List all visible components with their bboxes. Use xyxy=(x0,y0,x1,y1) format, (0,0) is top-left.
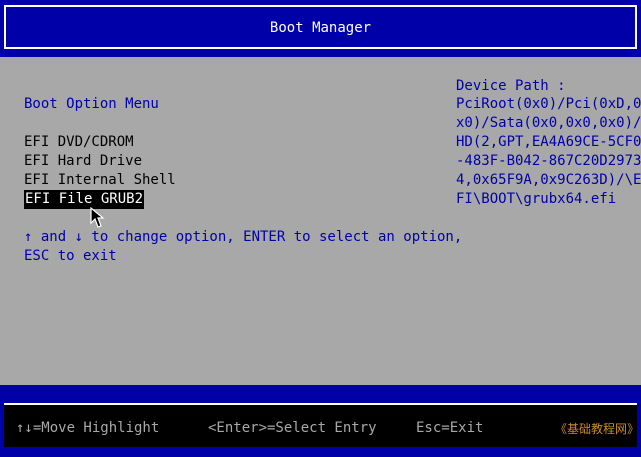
help-text-line-2: ESC to exit xyxy=(24,248,117,264)
boot-option-dvd-cdrom[interactable]: EFI DVD/CDROM xyxy=(24,133,134,152)
menu-title: Boot Option Menu xyxy=(24,96,159,112)
page-title: Boot Manager xyxy=(269,20,372,36)
device-path-line: x0)/Sata(0x0,0x0,0x0)/ xyxy=(456,115,641,131)
boot-option-hard-drive[interactable]: EFI Hard Drive xyxy=(24,152,142,171)
device-path-line: HD(2,GPT,EA4A69CE-5CF0 xyxy=(456,134,641,150)
hint-move-highlight: ↑↓=Move Highlight xyxy=(16,420,160,436)
mouse-pointer-icon xyxy=(90,207,105,228)
watermark-brand: 《基础教程网》 xyxy=(555,422,640,436)
device-path-line: -483F-B042-867C20D2973 xyxy=(456,153,641,169)
boot-option-internal-shell[interactable]: EFI Internal Shell xyxy=(24,171,176,190)
hint-select-entry: <Enter>=Select Entry xyxy=(208,420,377,436)
device-path-line: FI\BOOT\grubx64.efi xyxy=(456,191,617,207)
hint-exit: Esc=Exit xyxy=(416,420,484,436)
main-panel: Boot Option Menu EFI DVD/CDROM EFI Hard … xyxy=(0,57,641,385)
header-bar: Boot Manager xyxy=(0,0,641,57)
device-path-line: 4,0x65F9A,0x9C263D)/\E xyxy=(456,172,641,188)
footer-bar: ↑↓=Move Highlight <Enter>=Select Entry E… xyxy=(0,385,641,457)
device-path-title: Device Path : xyxy=(456,78,566,94)
help-text-line-1: ↑ and ↓ to change option, ENTER to selec… xyxy=(24,229,463,245)
boot-option-file-grub2[interactable]: EFI File GRUB2 xyxy=(24,190,145,209)
device-path-line: PciRoot(0x0)/Pci(0xD,0 xyxy=(456,96,641,112)
